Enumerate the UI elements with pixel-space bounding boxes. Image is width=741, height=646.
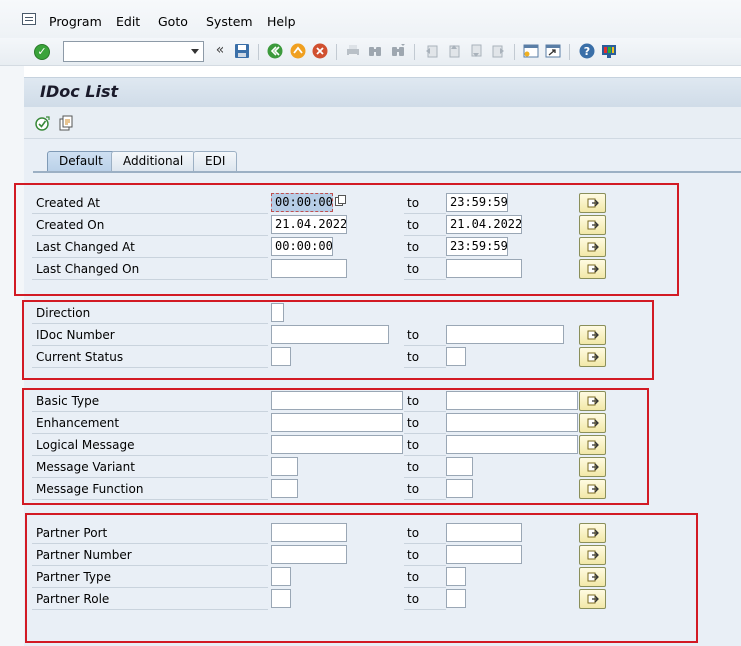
enter-check-icon[interactable]: ✓: [34, 44, 50, 60]
first-page-icon[interactable]: [424, 43, 440, 59]
print-icon[interactable]: [345, 43, 361, 59]
menu-system[interactable]: System: [206, 14, 253, 29]
save-icon[interactable]: [234, 43, 250, 59]
exit-icon[interactable]: [290, 43, 306, 59]
svg-text:?: ?: [584, 45, 590, 58]
standard-toolbar: ✓ « ?: [0, 38, 741, 66]
back-icon[interactable]: [267, 43, 283, 59]
menu-app-icon[interactable]: [22, 13, 36, 25]
toolbar-separator: [258, 44, 259, 60]
find-icon[interactable]: [367, 43, 383, 59]
customize-layout-icon[interactable]: [601, 43, 617, 59]
toolbar-separator: [336, 44, 337, 60]
execute-icon[interactable]: [34, 115, 50, 131]
tab-default[interactable]: Default: [47, 151, 115, 172]
cancel-icon[interactable]: [312, 43, 328, 59]
tab-additional[interactable]: Additional: [111, 151, 196, 171]
menu-bar: Program Edit Goto System Help: [0, 0, 741, 38]
menu-program[interactable]: Program: [49, 14, 102, 29]
menu-goto[interactable]: Goto: [158, 14, 188, 29]
page-title: IDoc List: [40, 82, 119, 101]
find-next-icon[interactable]: [390, 43, 406, 59]
highlight-box-dates: [14, 183, 679, 296]
last-page-icon[interactable]: [490, 43, 506, 59]
title-bar: IDoc List: [24, 77, 741, 107]
collapse-icon[interactable]: «: [212, 42, 228, 58]
get-variant-icon[interactable]: [58, 115, 74, 131]
chevron-down-icon[interactable]: [191, 49, 199, 54]
tab-edi[interactable]: EDI: [193, 151, 238, 171]
toolbar-separator: [514, 44, 515, 60]
highlight-box-types: [22, 388, 649, 505]
application-toolbar: [24, 107, 741, 139]
toolbar-separator: [569, 44, 570, 60]
highlight-box-partner: [25, 513, 698, 643]
new-session-icon[interactable]: [523, 43, 539, 59]
tab-strip-line: [33, 171, 741, 173]
highlight-box-idoc: [22, 300, 654, 380]
help-icon[interactable]: ?: [579, 43, 595, 59]
command-field[interactable]: [63, 41, 204, 62]
shortcut-icon[interactable]: [545, 43, 561, 59]
menu-help[interactable]: Help: [267, 14, 296, 29]
toolbar-separator: [414, 44, 415, 60]
left-margin: [0, 66, 24, 646]
next-page-icon[interactable]: [468, 43, 484, 59]
previous-page-icon[interactable]: [446, 43, 462, 59]
menu-edit[interactable]: Edit: [116, 14, 140, 29]
